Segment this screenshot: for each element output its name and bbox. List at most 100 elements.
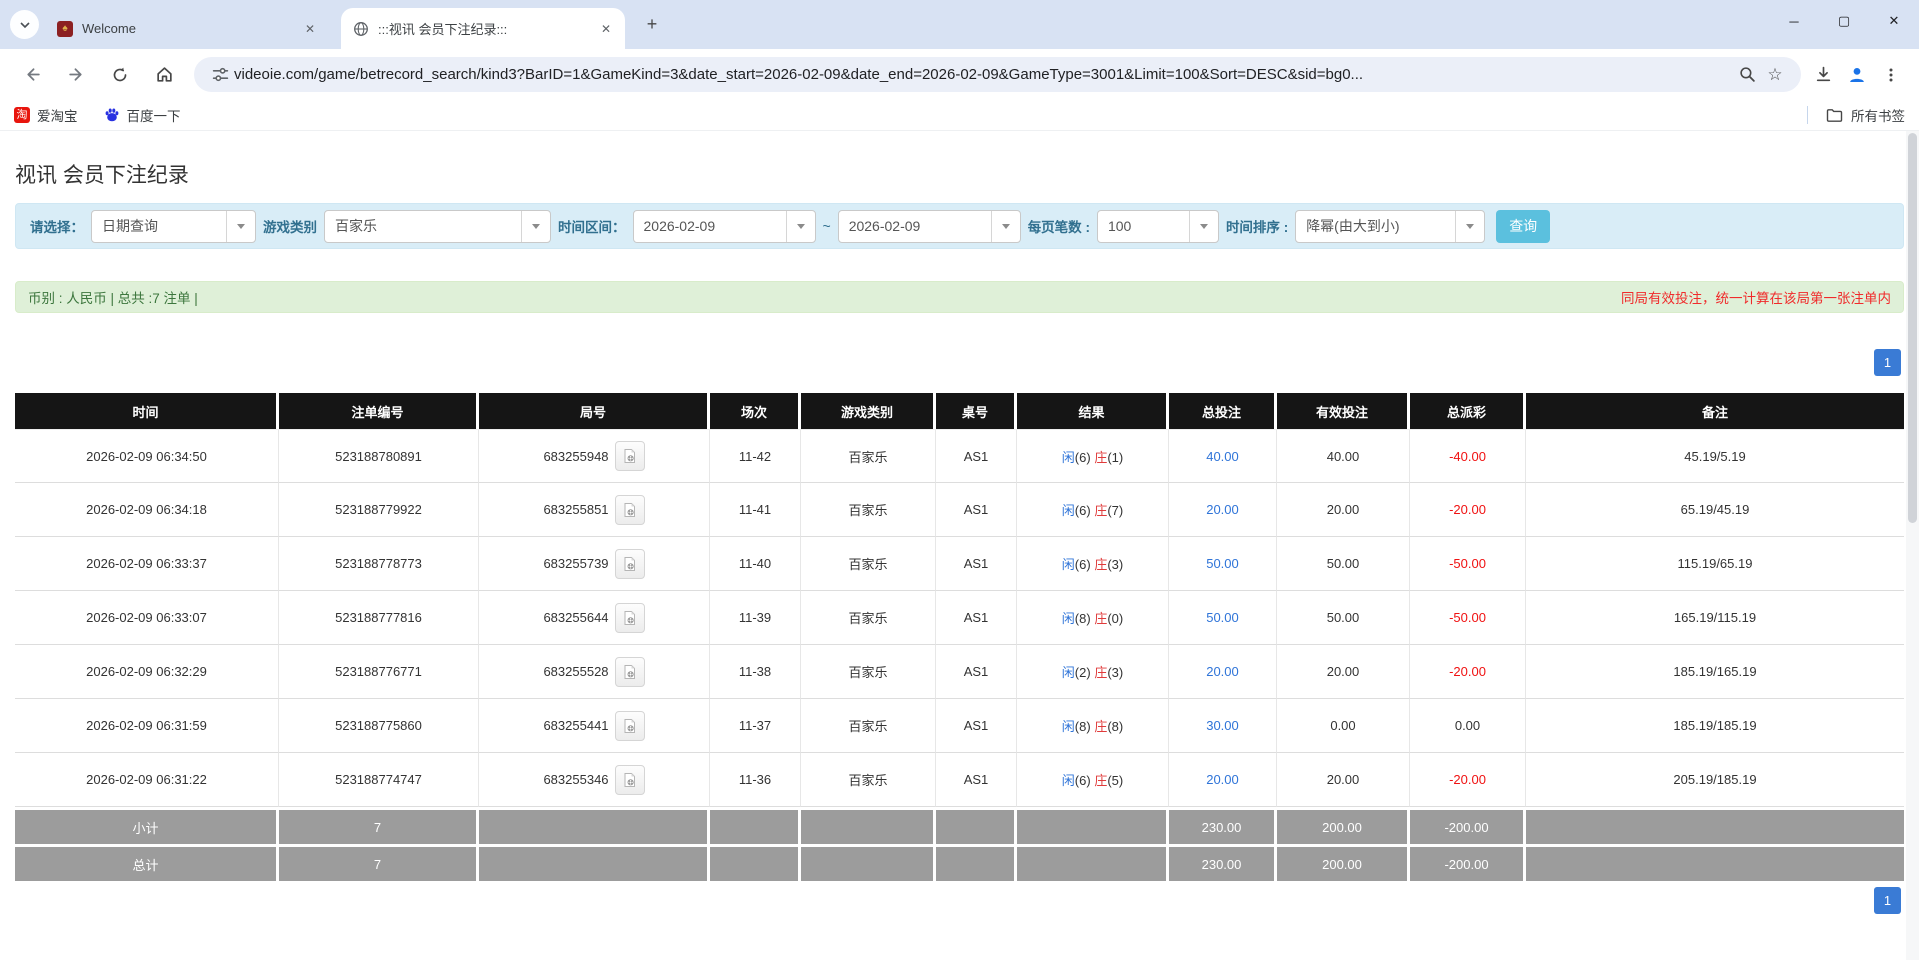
video-replay-button[interactable]	[614, 441, 645, 471]
all-bookmarks-button[interactable]: 所有书签	[1807, 105, 1905, 125]
cell-table-number: AS1	[936, 429, 1017, 483]
column-header: 场次	[710, 393, 801, 429]
menu-button[interactable]	[1877, 61, 1905, 89]
cell-total-bet-link[interactable]: 20.00	[1169, 645, 1277, 699]
player-result-score: (8)	[1074, 611, 1091, 626]
dropdown-arrow-icon[interactable]	[521, 210, 550, 242]
bookmark-star-button[interactable]: ☆	[1761, 61, 1789, 89]
dropdown-arrow-icon[interactable]	[1188, 210, 1218, 242]
table-row: 2026-02-09 06:33:07 523188777816 6832556…	[15, 591, 1904, 645]
table-row: 2026-02-09 06:34:18 523188779922 6832558…	[15, 483, 1904, 537]
cell-session: 11-42	[710, 429, 801, 483]
tab-welcome[interactable]: ♠ Welcome ✕	[45, 8, 329, 49]
search-button[interactable]: 查询	[1496, 209, 1551, 243]
reload-icon	[113, 67, 127, 81]
query-type-select[interactable]: 日期查询	[91, 209, 256, 243]
cell-session: 11-40	[710, 537, 801, 591]
video-clip-icon	[624, 610, 635, 625]
url-text[interactable]: videoie.com/game/betrecord_search/kind3?…	[234, 66, 1733, 83]
cell-round-number: 683255739	[479, 537, 710, 591]
cell-bet-number: 523188775860	[279, 699, 479, 753]
date-start-input[interactable]: 2026-02-09	[632, 209, 816, 243]
tab-betrecord[interactable]: :::视讯 会员下注纪录::: ✕	[341, 8, 625, 49]
cell-time: 2026-02-09 06:34:50	[15, 429, 279, 483]
cell-valid-bet: 20.00	[1277, 753, 1410, 807]
cell-total-bet-link[interactable]: 50.00	[1169, 537, 1277, 591]
tab-close-icon[interactable]: ✕	[301, 20, 319, 38]
cell-total-bet-link[interactable]: 40.00	[1169, 429, 1277, 483]
date-end-input[interactable]: 2026-02-09	[837, 209, 1021, 243]
cell-time: 2026-02-09 06:33:37	[15, 537, 279, 591]
cell-total-bet-link[interactable]: 20.00	[1169, 753, 1277, 807]
subtotal-label: 小计	[15, 807, 279, 844]
scrollbar-thumb[interactable]	[1908, 133, 1917, 523]
dropdown-arrow-icon[interactable]	[1455, 210, 1484, 242]
cell-game-kind: 百家乐	[801, 483, 936, 537]
tune-icon	[212, 67, 228, 82]
omnibox[interactable]: videoie.com/game/betrecord_search/kind3?…	[194, 57, 1801, 92]
cell-result: 闲(8) 庄(0)	[1017, 591, 1169, 645]
sort-select[interactable]: 降幂(由大到小)	[1295, 209, 1486, 243]
chevron-down-icon	[19, 21, 30, 28]
toolbar-right-icons	[1809, 61, 1905, 89]
minimize-button[interactable]: ─	[1769, 0, 1819, 42]
page-content: 视讯 会员下注纪录 请选择： 日期查询 游戏类别 百家乐 时间区间： 2026-…	[0, 131, 1919, 914]
column-header: 局号	[479, 393, 710, 429]
bet-records-table: 时间 注单编号 局号 场次 游戏类别 桌号 结果 总投注 有效投注 总派彩 备注 2026-02-0…	[15, 393, 1904, 881]
table-row: 2026-02-09 06:31:59 523188775860 6832554…	[15, 699, 1904, 753]
forward-button[interactable]	[59, 58, 93, 92]
video-replay-button[interactable]	[614, 656, 645, 687]
site-settings-button[interactable]	[206, 61, 234, 89]
page-1-button[interactable]: 1	[1874, 349, 1901, 376]
per-page-select[interactable]: 100	[1096, 209, 1219, 243]
profile-avatar-icon	[1850, 67, 1864, 82]
cell-session: 11-39	[710, 591, 801, 645]
downloads-button[interactable]	[1809, 61, 1837, 89]
cell-total-bet-link[interactable]: 20.00	[1169, 483, 1277, 537]
all-bookmarks-label: 所有书签	[1851, 109, 1905, 124]
page-1-button[interactable]: 1	[1874, 887, 1901, 914]
bookmark-aitaobao[interactable]: 淘 爱淘宝	[14, 105, 78, 125]
back-button[interactable]	[15, 58, 49, 92]
game-kind-select[interactable]: 百家乐	[324, 209, 551, 243]
player-result-score: (6)	[1074, 557, 1091, 572]
cell-total-bet-link[interactable]: 30.00	[1169, 699, 1277, 753]
video-replay-button[interactable]	[614, 602, 645, 633]
bookmark-baidu[interactable]: 百度一下	[104, 105, 181, 125]
video-replay-button[interactable]	[614, 494, 645, 525]
dropdown-arrow-icon[interactable]	[226, 210, 255, 242]
bookmark-label: 爱淘宝	[37, 109, 78, 124]
magnifier-icon	[1739, 67, 1755, 82]
cell-total-bet-link[interactable]: 50.00	[1169, 591, 1277, 645]
video-replay-button[interactable]	[614, 710, 645, 741]
player-result-score: (6)	[1074, 449, 1091, 465]
cell-session: 11-38	[710, 645, 801, 699]
cell-table-number: AS1	[936, 645, 1017, 699]
zoom-button[interactable]	[1733, 61, 1761, 89]
maximize-button[interactable]: ▢	[1819, 0, 1869, 42]
table-row: 2026-02-09 06:31:22 523188774747 6832553…	[15, 753, 1904, 807]
total-total-bet: 230.00	[1169, 844, 1277, 881]
cell-note: 165.19/115.19	[1526, 591, 1904, 645]
profile-button[interactable]	[1843, 61, 1871, 89]
baidu-paw-icon	[105, 108, 118, 122]
total-count: 7	[279, 844, 479, 881]
round-number-text: 683255739	[543, 556, 609, 571]
page-scrollbar[interactable]	[1906, 131, 1919, 960]
tab-search-button[interactable]	[10, 10, 39, 39]
home-button[interactable]	[147, 58, 181, 92]
column-header: 总投注	[1169, 393, 1277, 429]
video-replay-button[interactable]	[614, 548, 645, 579]
cell-table-number: AS1	[936, 483, 1017, 537]
date-range-label: 时间区间：	[558, 220, 626, 235]
dropdown-arrow-icon[interactable]	[785, 210, 815, 242]
column-header: 游戏类别	[801, 393, 936, 429]
video-replay-button[interactable]	[614, 764, 645, 795]
dropdown-arrow-icon[interactable]	[990, 210, 1020, 242]
close-window-button[interactable]: ✕	[1869, 0, 1919, 42]
cell-bet-number: 523188779922	[279, 483, 479, 537]
tab-close-icon[interactable]: ✕	[597, 20, 615, 38]
reload-button[interactable]	[103, 58, 137, 92]
new-tab-button[interactable]: +	[639, 12, 665, 38]
cell-table-number: AS1	[936, 591, 1017, 645]
